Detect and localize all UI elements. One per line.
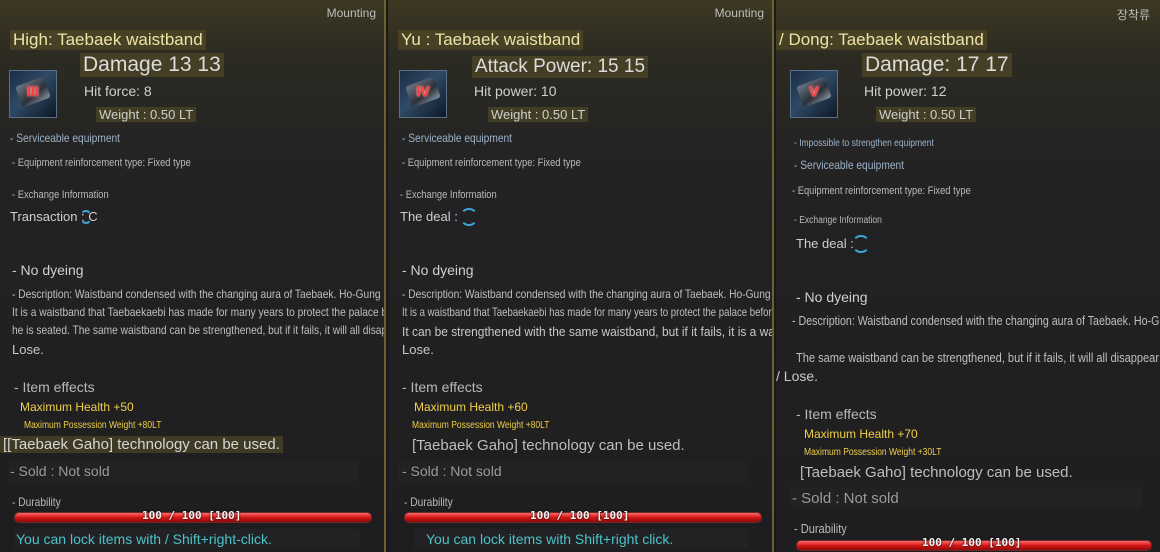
note-impossible-strengthen: - Impossible to strengthen equipment xyxy=(794,138,934,149)
description-line: - Description: Waistband condensed with … xyxy=(12,287,386,301)
lock-hint: You can lock items with Shift+right clic… xyxy=(426,531,674,547)
effect-health: Maximum Health +50 xyxy=(20,400,134,414)
attack-stat: Attack Power: 15 15 xyxy=(472,56,649,78)
technology-text: [Taebaek Gaho] technology can be used. xyxy=(800,464,1073,481)
dyeing-label: - No dyeing xyxy=(402,262,474,278)
durability-label: - Durability xyxy=(12,495,61,509)
category-label: Mounting xyxy=(714,6,764,20)
weight-stat: Weight : 0.50 LT xyxy=(96,107,197,122)
effect-health: Maximum Health +60 xyxy=(414,400,528,414)
attack-stat: Damage: 17 17 xyxy=(862,53,1012,77)
description-line: It is a waistband that Taebaekaebi has m… xyxy=(12,305,386,319)
category-label: Mounting xyxy=(326,6,376,20)
effect-weight: Maximum Possession Weight +30LT xyxy=(804,447,942,458)
exchange-title: - Exchange Information xyxy=(794,215,882,226)
loading-icon xyxy=(460,208,478,226)
waistband-icon: IV xyxy=(399,70,447,118)
durability-text: 100 / 100 [100] xyxy=(142,509,242,522)
weight-stat: Weight : 0.50 LT xyxy=(488,107,589,122)
description-line: - Description: Waistband condensed with … xyxy=(792,313,1160,328)
effects-title: - Item effects xyxy=(402,379,483,395)
waistband-icon: V xyxy=(790,70,838,118)
note-serviceable: - Serviceable equipment xyxy=(794,158,904,172)
effects-title: - Item effects xyxy=(796,406,877,422)
hit-stat: Hit power: 12 xyxy=(864,83,947,99)
grade-numeral: V xyxy=(809,83,819,99)
effect-weight: Maximum Possession Weight +80LT xyxy=(24,420,162,431)
exchange-title: - Exchange Information xyxy=(400,189,497,201)
effects-title: - Item effects xyxy=(14,379,95,395)
exchange-title: - Exchange Information xyxy=(12,189,109,201)
waistband-icon: III xyxy=(9,70,57,118)
sold-status: - Sold : Not sold xyxy=(792,490,899,507)
reinforcement-type: - Equipment reinforcement type: Fixed ty… xyxy=(402,157,581,169)
weight-stat: Weight : 0.50 LT xyxy=(876,107,977,122)
durability-text: 100 / 100 [100] xyxy=(922,536,1022,549)
dyeing-label: - No dyeing xyxy=(12,262,84,278)
lock-hint: You can lock items with / Shift+right-cl… xyxy=(16,531,272,547)
durability-label: - Durability xyxy=(404,495,453,509)
description-line: he is seated. The same waistband can be … xyxy=(12,323,386,337)
reinforcement-type: - Equipment reinforcement type: Fixed ty… xyxy=(12,157,191,169)
deal-label: The deal : xyxy=(400,209,458,224)
hit-stat: Hit force: 8 xyxy=(84,83,152,99)
note-serviceable: - Serviceable equipment xyxy=(402,131,512,145)
effect-health: Maximum Health +70 xyxy=(804,427,918,441)
item-title: High: Taebaek waistband xyxy=(10,30,206,50)
category-label: 장착류 xyxy=(1116,8,1150,22)
note-serviceable: - Serviceable equipment xyxy=(10,131,120,145)
loading-icon xyxy=(80,210,92,224)
item-tooltip-yu: Mounting Yu : Taebaek waistband IV Attac… xyxy=(388,0,774,552)
durability-text: 100 / 100 [100] xyxy=(530,509,630,522)
description-line: - Description: Waistband condensed with … xyxy=(402,287,774,301)
technology-text: [[Taebaek Gaho] technology can be used. xyxy=(0,436,283,453)
item-tooltip-dong: 장착류 / Dong: Taebaek waistband V Damage: … xyxy=(776,0,1160,552)
durability-label: - Durability xyxy=(794,521,847,536)
sold-status: - Sold : Not sold xyxy=(402,463,502,479)
deal-label: The deal : xyxy=(796,236,854,251)
description-extra: The same waistband can be strengthened, … xyxy=(796,350,1160,365)
sold-status: - Sold : Not sold xyxy=(10,463,110,479)
dyeing-label: - No dyeing xyxy=(796,289,868,305)
item-title: / Dong: Taebaek waistband xyxy=(776,30,987,50)
item-tooltip-high: Mounting High: Taebaek waistband III Dam… xyxy=(0,0,386,552)
description-wide: It can be strengthened with the same wai… xyxy=(402,324,774,339)
description-line: It is a waistband that Taebaekaebi has m… xyxy=(402,305,772,319)
item-title: Yu : Taebaek waistband xyxy=(398,30,584,50)
loading-icon xyxy=(852,235,870,253)
description-tail: Lose. xyxy=(12,342,44,357)
attack-stat: Damage 13 13 xyxy=(80,53,224,77)
description-tail: / Lose. xyxy=(776,368,819,384)
technology-text: [Taebaek Gaho] technology can be used. xyxy=(412,437,685,454)
hit-stat: Hit power: 10 xyxy=(474,83,557,99)
effect-weight: Maximum Possession Weight +80LT xyxy=(412,420,550,431)
description-tail: Lose. xyxy=(402,342,434,357)
grade-numeral: III xyxy=(27,83,39,99)
reinforcement-type: - Equipment reinforcement type: Fixed ty… xyxy=(792,185,971,197)
grade-numeral: IV xyxy=(416,83,430,99)
